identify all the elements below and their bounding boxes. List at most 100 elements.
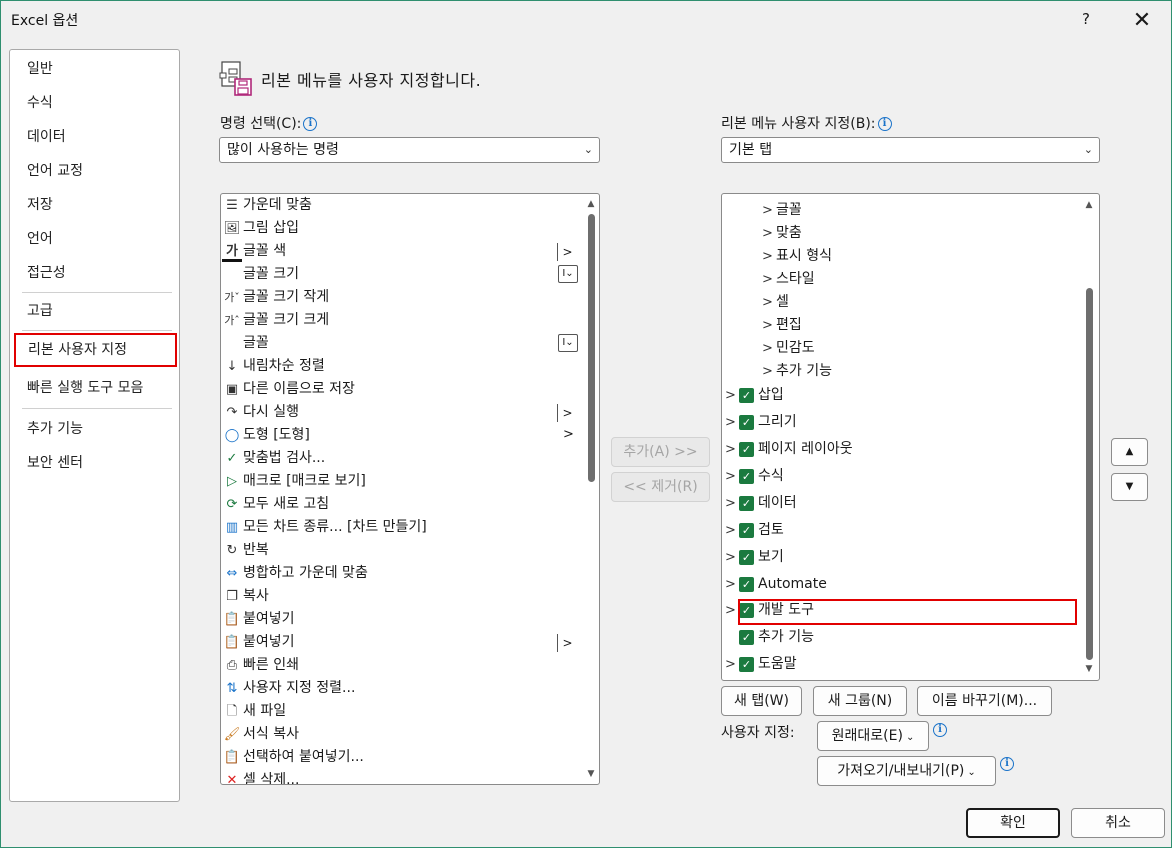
commands-dropdown[interactable]: 많이 사용하는 명령 ⌄ [219,137,600,163]
list-item-label: 반복 [243,542,269,558]
help-button[interactable]: ? [1079,10,1093,28]
list-item[interactable]: ▣ 다른 이름으로 저장 [222,378,582,401]
list-item[interactable]: 가ˆ 글꼴 크기 크게 [222,309,582,332]
chevron-right-icon[interactable]: > [725,571,736,598]
chevron-right-icon[interactable]: > [725,382,736,409]
chevron-right-icon[interactable]: > [725,463,736,490]
list-item[interactable]: ↷ 다시 실행 > [222,401,582,424]
checkbox-checked[interactable]: ✓ [739,388,754,403]
list-item[interactable]: ◯ 도형 [도형] > [222,424,582,447]
list-item[interactable]: ⎙ 빠른 인쇄 [222,654,582,677]
checkbox-checked[interactable]: ✓ [739,550,754,565]
import-export-button[interactable]: 가져오기/내보내기(P) ⌄ [817,756,996,786]
commands-list[interactable]: ☰ 가운데 맞춤 🖼 그림 삽입 가 글꼴 색 > 글꼴 크기 I⌄ 가ˇ 글꼴 크기 작게… [220,193,600,785]
cancel-button[interactable]: 취소 [1071,808,1165,838]
list-item[interactable]: ⇅ 사용자 지정 정렬... [222,677,582,700]
list-item[interactable]: 🖌 서식 복사 [222,723,582,746]
commands-scrollbar[interactable]: ▲ ▼ [583,194,599,784]
nav-item-formulas[interactable]: 수식 [14,86,177,120]
list-item[interactable]: 가ˇ 글꼴 크기 작게 [222,286,582,309]
list-item[interactable]: ✕ 셀 삭제... [222,769,582,785]
list-item[interactable]: 글꼴 크기 I⌄ [222,263,582,286]
list-item-label: 모두 새로 고침 [243,496,330,512]
checkbox-checked[interactable]: ✓ [739,442,754,457]
list-item[interactable]: ⟳ 모두 새로 고침 [222,493,582,516]
tree-tab-label: 보기 [758,549,784,565]
scroll-down-icon[interactable]: ▼ [1081,661,1097,677]
chevron-right-icon[interactable]: > [725,544,736,571]
ribbon-dropdown[interactable]: 기본 탭 ⌄ [721,137,1100,163]
scrollbar-thumb[interactable] [588,214,595,482]
chevron-right-icon[interactable]: > [725,436,736,463]
tree-group-label: 추가 기능 [776,363,832,379]
scroll-down-icon[interactable]: ▼ [583,766,599,782]
checkbox-checked[interactable]: ✓ [739,657,754,672]
checkbox-checked[interactable]: ✓ [739,630,754,645]
nav-item-accessibility[interactable]: 접근성 [14,256,177,290]
list-item-label: 다른 이름으로 저장 [243,381,355,397]
nav-item-data[interactable]: 데이터 [14,120,177,154]
info-icon[interactable]: i [303,117,318,131]
checkbox-checked[interactable]: ✓ [739,496,754,511]
chevron-right-icon[interactable]: > [762,358,773,385]
nav-item-language[interactable]: 언어 [14,222,177,256]
list-item[interactable]: ✓ 맞춤법 검사... [222,447,582,470]
list-item-label: 매크로 [매크로 보기] [243,473,366,489]
ok-button[interactable]: 확인 [966,808,1060,838]
close-button[interactable]: ✕ [1125,3,1159,37]
nav-item-quick-access-toolbar[interactable]: 빠른 실행 도구 모음 [14,371,177,405]
list-item[interactable]: 글꼴 I⌄ [222,332,582,355]
category-nav: 일반 수식 데이터 언어 교정 저장 언어 접근성 고급 리본 사용자 지정 빠… [9,49,180,802]
list-item[interactable]: 📋 붙여넣기 [222,608,582,631]
remove-button[interactable]: << 제거(R) [611,472,710,502]
list-item[interactable]: ▥ 모든 차트 종류... [차트 만들기] [222,516,582,539]
list-item[interactable]: ❐ 복사 [222,585,582,608]
chevron-right-icon[interactable]: > [725,490,736,517]
rename-button[interactable]: 이름 바꾸기(M)... [917,686,1052,716]
checkbox-checked[interactable]: ✓ [739,577,754,592]
chevron-right-icon[interactable]: > [725,651,736,678]
scrollbar-thumb[interactable] [1086,288,1093,660]
list-item[interactable]: 가 글꼴 색 > [222,240,582,263]
ribbon-scrollbar[interactable]: ▲ ▼ [1081,194,1097,680]
list-item[interactable]: ↓ 내림차순 정렬 [222,355,582,378]
nav-item-trust-center[interactable]: 보안 센터 [14,446,177,480]
info-icon[interactable]: i [933,723,947,737]
move-down-button[interactable]: ▼ [1111,473,1148,501]
chevron-right-icon[interactable]: > [725,409,736,436]
new-tab-button[interactable]: 새 탭(W) [721,686,802,716]
new-group-button[interactable]: 새 그룹(N) [813,686,907,716]
list-item[interactable]: ⇔ 병합하고 가운데 맞춤 [222,562,582,585]
nav-item-add-ins[interactable]: 추가 기능 [14,412,177,446]
checkbox-checked[interactable]: ✓ [739,415,754,430]
format-painter-icon: 🖌 [223,727,241,742]
shapes-icon: ◯ [224,428,240,443]
move-up-button[interactable]: ▲ [1111,438,1148,466]
list-item[interactable]: ▷ 매크로 [매크로 보기] [222,470,582,493]
info-icon[interactable]: i [1000,757,1014,771]
list-item-label: 셀 삭제... [243,772,300,785]
nav-item-proofing[interactable]: 언어 교정 [14,154,177,188]
nav-item-advanced[interactable]: 고급 [14,294,177,328]
list-item[interactable]: 📋 붙여넣기 > [222,631,582,654]
chevron-right-icon[interactable]: > [725,517,736,544]
nav-item-save[interactable]: 저장 [14,188,177,222]
list-item[interactable]: ☰ 가운데 맞춤 [222,194,582,217]
checkbox-checked[interactable]: ✓ [739,523,754,538]
add-button[interactable]: 추가(A) >> [611,437,710,467]
customize-label: 사용자 지정: [721,725,795,741]
info-icon[interactable]: i [877,117,892,131]
nav-item-customize-ribbon[interactable]: 리본 사용자 지정 [14,333,177,367]
list-item[interactable]: 🗋 새 파일 [222,700,582,723]
checkbox-checked[interactable]: ✓ [739,469,754,484]
chevron-down-icon: ⌄ [1083,143,1093,156]
scroll-up-icon[interactable]: ▲ [583,196,599,212]
nav-item-general[interactable]: 일반 [14,52,177,86]
list-item[interactable]: ↻ 반복 [222,539,582,562]
reset-button[interactable]: 원래대로(E) ⌄ [817,721,929,751]
chevron-right-icon[interactable]: > [725,597,736,624]
insert-picture-icon: 🖼 [223,221,241,236]
list-item[interactable]: 🖼 그림 삽입 [222,217,582,240]
scroll-up-icon[interactable]: ▲ [1081,197,1097,213]
list-item[interactable]: 📋 선택하여 붙여넣기... [222,746,582,769]
